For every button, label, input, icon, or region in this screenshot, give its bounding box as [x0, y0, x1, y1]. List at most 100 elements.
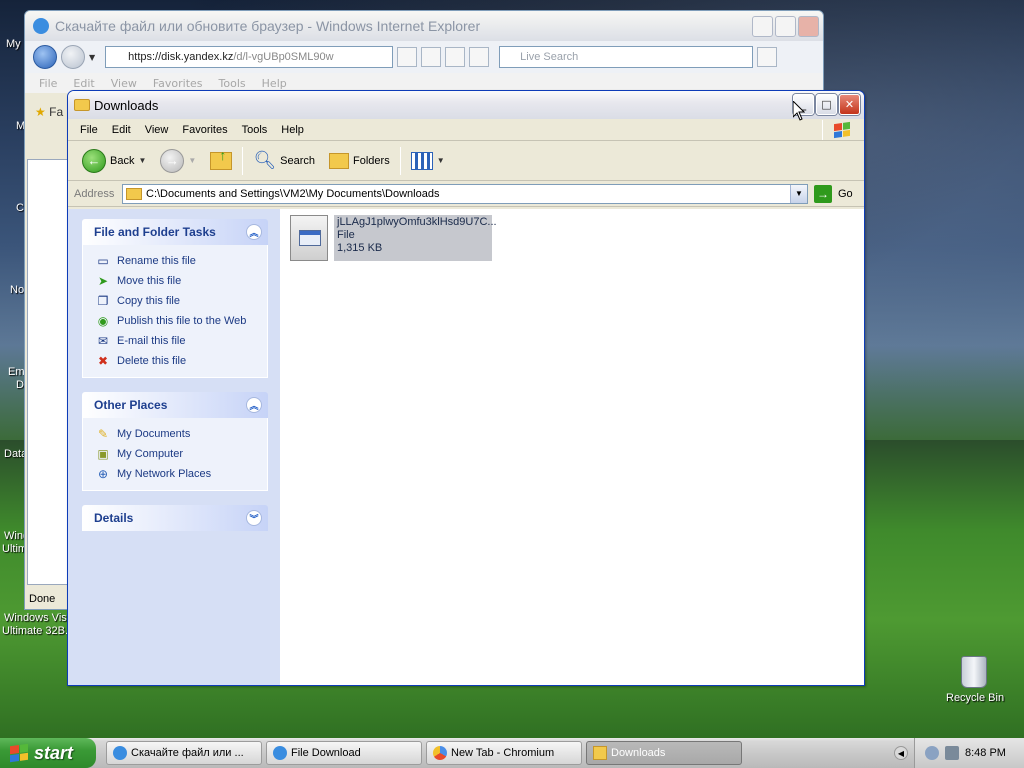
ie-page-content	[27, 159, 71, 585]
tray-expand-icon[interactable]: ◀	[894, 746, 908, 760]
ie-stop-button[interactable]	[469, 47, 490, 67]
ie-search-button[interactable]	[757, 47, 778, 67]
task-label: Delete this file	[117, 355, 187, 367]
recycle-bin-icon	[961, 656, 987, 688]
place-my-documents[interactable]: ✎ My Documents	[95, 424, 267, 444]
taskbar-downloads[interactable]: Downloads	[586, 741, 742, 765]
desktop-icon-label[interactable]: Ultimate 32B...	[2, 625, 74, 637]
ie-history-dropdown[interactable]: ▼	[89, 53, 95, 62]
ie-title-bar[interactable]: Скачайте файл или обновите браузер - Win…	[25, 11, 823, 41]
task-label: E-mail this file	[117, 335, 186, 347]
ie-back-button[interactable]	[33, 45, 57, 69]
collapse-chevron-icon[interactable]: ︽	[246, 397, 262, 413]
panel-title: Other Places	[94, 398, 168, 412]
maximize-button[interactable]: □	[816, 94, 837, 115]
desktop-icon-label[interactable]: My	[6, 38, 21, 50]
ie-forward-button[interactable]	[61, 45, 85, 69]
ie-menu-favorites[interactable]: Favorites	[153, 77, 203, 90]
ie-address-bar[interactable]: https://disk.yandex.kz/d/l-vgUBp0SML90w	[105, 46, 394, 68]
address-dropdown-button[interactable]: ▼	[790, 184, 807, 203]
ie-menu-file[interactable]: File	[39, 77, 57, 90]
menu-view[interactable]: View	[145, 124, 169, 136]
toolbar-separator	[242, 146, 244, 175]
place-my-computer[interactable]: ▣ My Computer	[95, 444, 267, 464]
ie-minimize-button[interactable]	[752, 16, 773, 37]
taskbar-ie[interactable]: Скачайте файл или ...	[106, 741, 262, 765]
menu-help[interactable]: Help	[281, 124, 304, 136]
task-pane: File and Folder Tasks ︽ ▭ Rename this fil…	[68, 209, 280, 685]
back-button[interactable]: ← Back ▼	[78, 147, 150, 175]
ie-maximize-button[interactable]	[775, 16, 796, 37]
forward-button[interactable]: → ▼	[156, 147, 200, 175]
volume-tray-icon[interactable]	[945, 746, 959, 760]
up-folder-button[interactable]: ↑	[206, 147, 236, 172]
ie-menu-view[interactable]: View	[111, 77, 137, 90]
clock[interactable]: 8:48 PM	[965, 747, 1006, 759]
taskbar-chromium[interactable]: New Tab - Chromium	[426, 741, 582, 765]
ie-lock-icon[interactable]	[397, 47, 418, 67]
desktop-icon-label[interactable]: No	[10, 284, 24, 296]
desktop-icon-label[interactable]: Windows Vist	[4, 612, 70, 624]
task-copy-file[interactable]: ❐ Copy this file	[95, 291, 267, 311]
menu-file[interactable]: File	[80, 124, 98, 136]
ie-favorites-button[interactable]: ★ Fa	[35, 105, 63, 119]
rename-icon: ▭	[97, 254, 109, 268]
ie-navigation-bar: ▼ https://disk.yandex.kz/d/l-vgUBp0SML90…	[25, 41, 823, 73]
folders-button[interactable]: Folders	[325, 151, 394, 171]
ie-menu-edit[interactable]: Edit	[73, 77, 94, 90]
expand-chevron-icon[interactable]: ︾	[246, 510, 262, 526]
explorer-title-bar[interactable]: Downloads _ □ ✕	[68, 91, 864, 119]
desktop-icon-label[interactable]: D	[16, 379, 24, 391]
explorer-window[interactable]: Downloads _ □ ✕ File Edit View Favorites…	[67, 90, 865, 686]
task-move-file[interactable]: ➤ Move this file	[95, 271, 267, 291]
close-button[interactable]: ✕	[839, 94, 860, 115]
menu-tools[interactable]: Tools	[242, 124, 268, 136]
forward-dropdown-icon[interactable]: ▼	[188, 156, 196, 165]
recycle-bin-label: Recycle Bin	[946, 692, 1005, 704]
task-email-file[interactable]: ✉ E-mail this file	[95, 331, 267, 351]
taskbar-buttons: Скачайте файл или ... File Download New …	[106, 741, 742, 765]
views-button[interactable]: ▼	[407, 150, 449, 172]
windows-logo-icon	[822, 120, 860, 140]
file-folder-tasks-panel: File and Folder Tasks ︽ ▭ Rename this fil…	[82, 219, 268, 378]
menu-edit[interactable]: Edit	[112, 124, 131, 136]
back-dropdown-icon[interactable]: ▼	[138, 156, 146, 165]
file-item[interactable]: jLLAgJ1plwyOmfu3klHsd9U7C... File 1,315 …	[290, 215, 497, 261]
task-delete-file[interactable]: ✖ Delete this file	[95, 351, 267, 371]
file-list-area[interactable]: jLLAgJ1plwyOmfu3klHsd9U7C... File 1,315 …	[280, 209, 864, 685]
ie-compat-icon[interactable]	[421, 47, 442, 67]
task-publish-web[interactable]: ◉ Publish this file to the Web	[95, 311, 267, 331]
explorer-toolbar: ← Back ▼ → ▼ ↑ 🔍︎ Search Folders ▼	[68, 141, 864, 181]
start-button[interactable]: start	[0, 738, 96, 768]
ie-status-bar: Done	[25, 587, 69, 609]
place-my-network[interactable]: ⊕ My Network Places	[95, 464, 267, 484]
my-computer-icon: ▣	[97, 447, 109, 461]
explorer-window-title: Downloads	[94, 97, 159, 113]
chromium-icon	[433, 746, 447, 760]
go-button[interactable]: → Go	[814, 184, 853, 203]
address-input[interactable]: C:\Documents and Settings\VM2\My Documen…	[122, 183, 808, 204]
ie-menu-help[interactable]: Help	[262, 77, 287, 90]
taskbar-label: File Download	[291, 747, 361, 759]
other-places-header[interactable]: Other Places ︽	[82, 392, 268, 418]
task-label: Rename this file	[117, 255, 196, 267]
ie-menu-tools[interactable]: Tools	[219, 77, 246, 90]
ie-close-button[interactable]	[798, 16, 819, 37]
desktop-icon-label[interactable]: C	[16, 202, 24, 214]
menu-favorites[interactable]: Favorites	[182, 124, 227, 136]
network-tray-icon[interactable]	[925, 746, 939, 760]
ie-refresh-button[interactable]	[445, 47, 466, 67]
search-button[interactable]: 🔍︎ Search	[249, 148, 319, 173]
panel-title: File and Folder Tasks	[94, 225, 216, 239]
file-folder-tasks-header[interactable]: File and Folder Tasks ︽	[82, 219, 268, 245]
ie-search-input[interactable]: Live Search	[499, 46, 754, 68]
details-header[interactable]: Details ︾	[82, 505, 268, 531]
recycle-bin[interactable]: Recycle Bin	[946, 656, 1005, 704]
back-arrow-icon: ←	[82, 148, 106, 173]
task-rename-file[interactable]: ▭ Rename this file	[95, 251, 267, 271]
delete-icon: ✖	[97, 354, 109, 368]
search-icon: 🔍︎	[253, 150, 277, 170]
taskbar-file-download[interactable]: File Download	[266, 741, 422, 765]
collapse-chevron-icon[interactable]: ︽	[246, 224, 262, 240]
folder-icon	[74, 99, 90, 111]
